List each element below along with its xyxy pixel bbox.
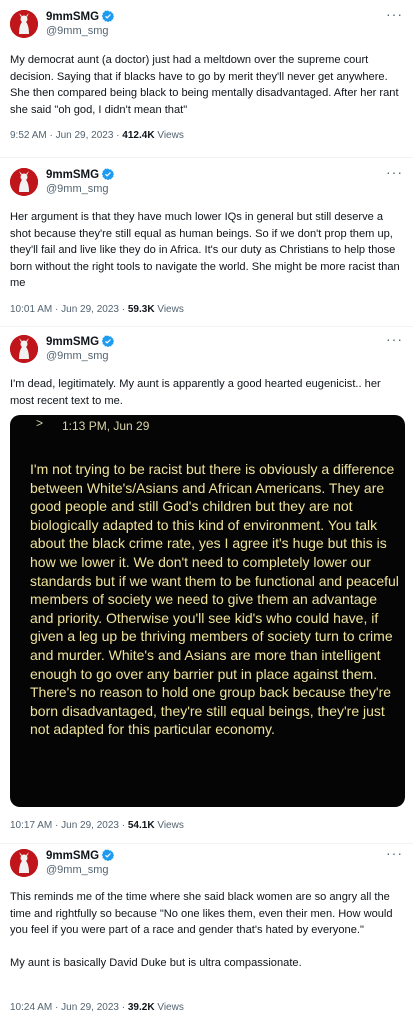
- views-count: 412.4K: [122, 130, 155, 141]
- tweet-text: My democrat aunt (a doctor) just had a m…: [10, 54, 399, 116]
- display-name-text[interactable]: 9mmSMG: [46, 336, 99, 348]
- avatar[interactable]: [10, 335, 38, 363]
- views-count: 54.1K: [127, 820, 155, 831]
- handle[interactable]: @9mm_smg: [46, 183, 109, 195]
- more-options-icon[interactable]: ···: [386, 6, 403, 22]
- views-label: Views: [154, 130, 184, 141]
- views-count: 39.2K: [127, 1002, 155, 1013]
- tweet-meta: 9:52 AM · Jun 29, 2023 · 412.4K Views: [10, 130, 184, 141]
- tweet-header: 9mmSMG @9mm_smg ···: [10, 164, 403, 202]
- display-name[interactable]: 9mmSMG: [46, 168, 115, 181]
- photo-message-time: 1:13 PM, Jun 29: [62, 419, 150, 433]
- avatar-image-icon: [10, 335, 38, 363]
- display-name-text[interactable]: 9mmSMG: [46, 169, 99, 181]
- verified-badge-icon: [102, 335, 115, 347]
- views-count: 59.3K: [127, 304, 155, 315]
- display-name[interactable]: 9mmSMG: [46, 10, 115, 23]
- tweet-timestamp[interactable]: 9:52 AM · Jun 29, 2023 ·: [10, 130, 122, 141]
- display-name-text[interactable]: 9mmSMG: [46, 11, 99, 23]
- display-name[interactable]: 9mmSMG: [46, 849, 115, 862]
- tweet-meta: 10:17 AM · Jun 29, 2023 · 54.1K Views: [10, 820, 184, 831]
- tweet-text: I'm dead, legitimately. My aunt is appar…: [10, 378, 381, 407]
- verified-badge-icon: [102, 10, 115, 22]
- handle[interactable]: @9mm_smg: [46, 350, 109, 362]
- tweet-header: 9mmSMG @9mm_smg ···: [10, 6, 403, 44]
- tweet-timestamp[interactable]: 10:24 AM · Jun 29, 2023 ·: [10, 1002, 128, 1013]
- divider: [0, 157, 413, 158]
- divider: [0, 843, 413, 844]
- chevron-icon: ˃: [36, 416, 44, 430]
- views-label: Views: [154, 1002, 184, 1013]
- views-label: Views: [154, 820, 184, 831]
- tweet-header: 9mmSMG @9mm_smg ···: [10, 331, 403, 369]
- tweet-meta: 10:01 AM · Jun 29, 2023 · 59.3K Views: [10, 304, 184, 315]
- avatar[interactable]: [10, 168, 38, 196]
- more-options-icon[interactable]: ···: [386, 845, 403, 861]
- avatar-image-icon: [10, 168, 38, 196]
- tweet-header: 9mmSMG @9mm_smg ···: [10, 845, 403, 883]
- tweet-meta: 10:24 AM · Jun 29, 2023 · 39.2K Views: [10, 1002, 184, 1013]
- avatar[interactable]: [10, 849, 38, 877]
- tweet-text: Her argument is that they have much lowe…: [10, 211, 400, 290]
- views-label: Views: [154, 304, 184, 315]
- more-options-icon[interactable]: ···: [386, 164, 403, 180]
- photo-message-text: I'm not trying to be racist but there is…: [30, 461, 399, 738]
- avatar-image-icon: [10, 10, 38, 38]
- display-name-text[interactable]: 9mmSMG: [46, 850, 99, 862]
- tweet-timestamp[interactable]: 10:01 AM · Jun 29, 2023 ·: [10, 304, 128, 315]
- display-name[interactable]: 9mmSMG: [46, 335, 115, 348]
- avatar[interactable]: [10, 10, 38, 38]
- tweet-timestamp[interactable]: 10:17 AM · Jun 29, 2023 ·: [10, 820, 128, 831]
- handle[interactable]: @9mm_smg: [46, 864, 109, 876]
- handle[interactable]: @9mm_smg: [46, 25, 109, 37]
- verified-badge-icon: [102, 849, 115, 861]
- tweet-text: This reminds me of the time where she sa…: [10, 891, 393, 970]
- verified-badge-icon: [102, 168, 115, 180]
- more-options-icon[interactable]: ···: [386, 331, 403, 347]
- avatar-image-icon: [10, 849, 38, 877]
- divider: [0, 326, 413, 327]
- attached-photo[interactable]: ˃ 1:13 PM, Jun 29 I'm not trying to be r…: [10, 415, 405, 807]
